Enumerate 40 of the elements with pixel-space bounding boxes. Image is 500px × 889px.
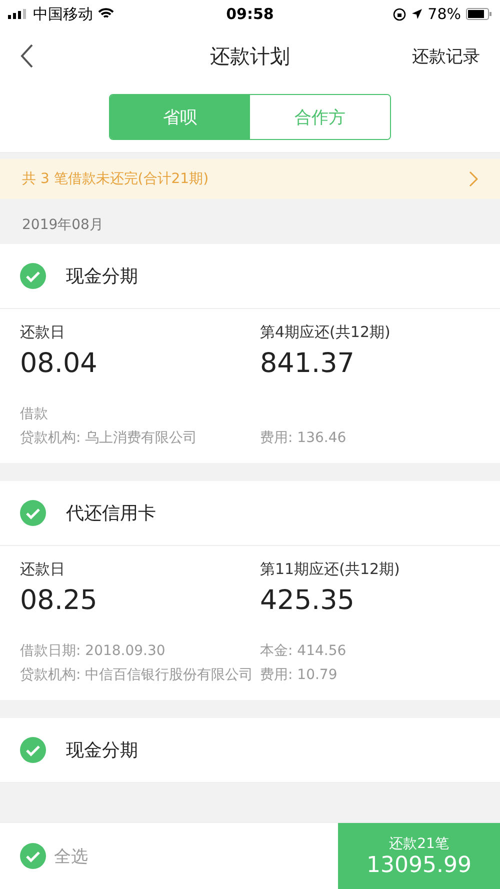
detail-text: 贷款机构: 乌上消费有限公司	[20, 429, 198, 447]
detail-text: 费用: 136.46	[260, 429, 348, 447]
repayment-records-link[interactable]: 还款记录	[412, 44, 480, 68]
location-arrow-icon	[410, 8, 423, 20]
loan-name: 代还信用卡	[66, 502, 156, 525]
due-date: 08.04	[20, 348, 98, 379]
detail-text: 费用: 10.79	[260, 666, 338, 684]
detail-text: 借款日期: 2018.09.30	[20, 642, 166, 660]
wifi-icon	[98, 8, 114, 20]
installment-amount: 841.37	[260, 348, 356, 379]
check-circle-icon[interactable]	[20, 843, 46, 869]
status-time: 09:58	[226, 5, 274, 23]
select-all-label: 全选	[54, 846, 88, 868]
back-icon[interactable]	[20, 44, 34, 68]
detail-text: 贷款机构: 中信百信银行股份有限公司	[20, 666, 254, 684]
check-circle-icon[interactable]	[20, 263, 46, 289]
check-circle-icon[interactable]	[20, 737, 46, 763]
installment-amount: 425.35	[260, 585, 356, 616]
signal-icon	[8, 9, 28, 19]
battery-icon	[466, 8, 492, 20]
due-label: 还款日	[20, 560, 66, 579]
battery-percent: 78%	[428, 5, 461, 23]
notice-bar[interactable]: 共 3 笔借款未还完(合计21期)	[0, 159, 500, 199]
due-date: 08.25	[20, 585, 98, 616]
due-label: 还款日	[20, 323, 66, 342]
loan-name: 现金分期	[66, 265, 138, 288]
installment-label: 第11期应还(共12期)	[260, 560, 401, 579]
segment-tab[interactable]: 省呗	[110, 95, 250, 139]
month-header: 2019年08月	[21, 216, 104, 235]
installment-label: 第4期应还(共12期)	[260, 323, 392, 342]
carrier-name: 中国移动	[33, 4, 93, 24]
page-title: 还款计划	[210, 42, 290, 70]
loan-name: 现金分期	[66, 739, 138, 762]
notice-text: 共 3 笔借款未还完(合计21期)	[22, 170, 209, 188]
chevron-right-icon	[469, 171, 478, 187]
rotation-lock-icon	[392, 8, 406, 20]
check-circle-icon[interactable]	[20, 500, 46, 526]
pay-button[interactable]: 还款21笔 13095.99	[338, 823, 500, 889]
detail-text: 本金: 414.56	[260, 642, 348, 660]
detail-text: 借款	[20, 405, 49, 423]
